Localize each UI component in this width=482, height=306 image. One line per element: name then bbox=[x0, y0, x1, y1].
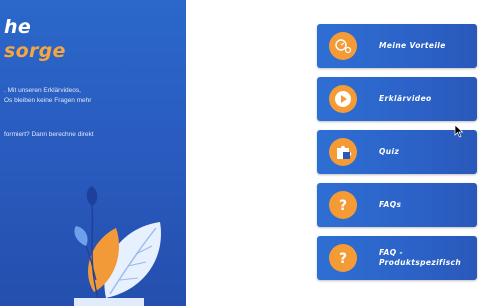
svg-text:?: ? bbox=[339, 251, 347, 267]
menu-label-line1: FAQ - bbox=[379, 248, 404, 257]
menu-button-vorteile[interactable]: Meine Vorteile bbox=[317, 24, 477, 68]
menu-button-quiz[interactable]: Quiz bbox=[317, 130, 477, 174]
percent-icon bbox=[329, 32, 357, 60]
svg-text:?: ? bbox=[339, 198, 347, 214]
bud bbox=[86, 186, 98, 206]
small-leaf bbox=[74, 226, 88, 246]
question-icon: ? bbox=[329, 244, 357, 272]
menu-label-erklaervideo: Erklärvideo bbox=[379, 94, 432, 103]
menu-button-faq-produktspezifisch[interactable]: ? FAQ - Produktspezifisch bbox=[317, 236, 477, 280]
menu-button-erklaervideo[interactable]: Erklärvideo bbox=[317, 77, 477, 121]
play-icon bbox=[329, 85, 357, 113]
hero-text-line2: Os bleiben keine Fragen mehr bbox=[4, 97, 92, 104]
hero-title-line1: he bbox=[4, 16, 32, 38]
hero-text-line3: formiert? Dann berechne direkt bbox=[4, 131, 94, 138]
hero-panel: he sorge . Mit unseren Erklärvideos, Os … bbox=[0, 0, 186, 306]
menu-label-faq-produktspezifisch: FAQ - Produktspezifisch bbox=[379, 236, 461, 280]
hero-title-line2: sorge bbox=[4, 40, 66, 62]
plant-pot bbox=[74, 298, 144, 306]
menu-label-faqs: FAQs bbox=[379, 200, 402, 209]
question-icon: ? bbox=[329, 191, 357, 219]
plant-illustration bbox=[74, 186, 161, 306]
menu-button-faqs[interactable]: ? FAQs bbox=[317, 183, 477, 227]
menu-label-vorteile: Meine Vorteile bbox=[379, 41, 446, 50]
menu-label-quiz: Quiz bbox=[379, 147, 400, 156]
hero-text-line1: . Mit unseren Erklärvideos, bbox=[4, 87, 81, 94]
mouse-cursor-icon bbox=[454, 124, 464, 138]
puzzle-icon bbox=[329, 138, 357, 166]
menu-label-line2: Produktspezifisch bbox=[379, 258, 462, 267]
